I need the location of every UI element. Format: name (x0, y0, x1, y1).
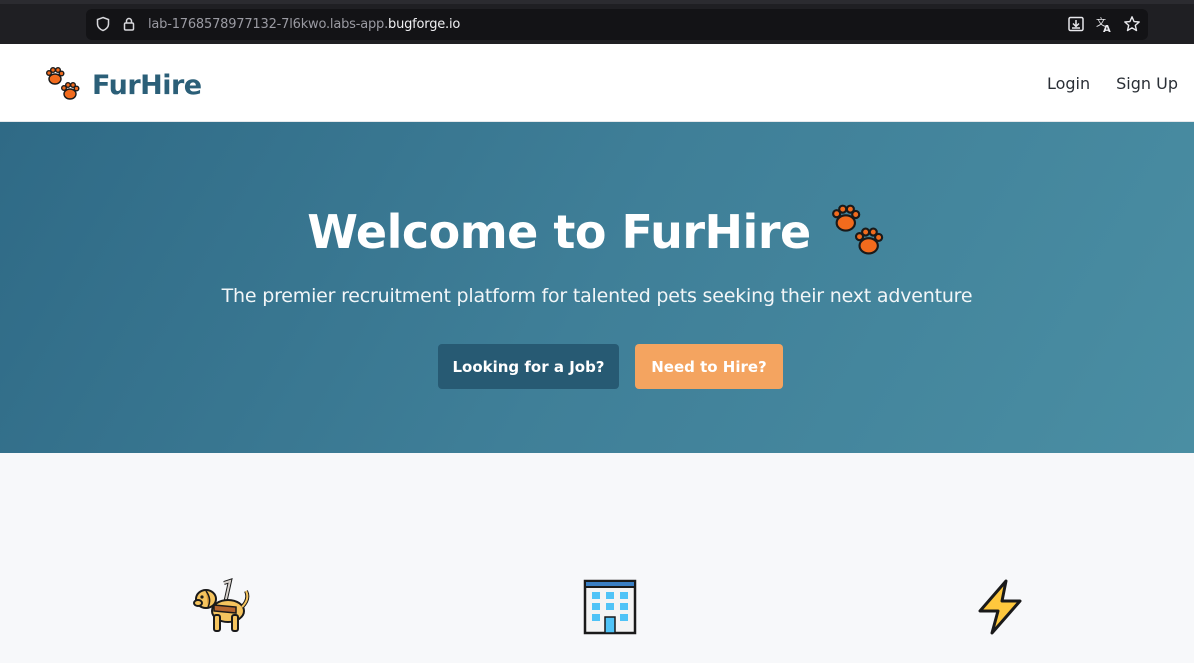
paw-top (46, 67, 65, 85)
brand-logo-link[interactable]: FurHire (44, 64, 202, 107)
need-to-hire-button[interactable]: Need to Hire? (635, 344, 783, 389)
url-prefix: lab-1768578977132-7l6kwo.labs-app. (148, 17, 389, 32)
shield-icon[interactable] (94, 15, 112, 33)
paw-prints-icon (44, 64, 82, 107)
url-host: bugforge.io (388, 17, 461, 32)
lock-icon[interactable] (120, 15, 138, 33)
hero-section: Welcome to FurHire The premier recruitme… (0, 122, 1194, 453)
service-dog-icon (192, 577, 252, 637)
translate-icon[interactable]: 文A (1095, 15, 1113, 33)
hero-subtitle: The premier recruitment platform for tal… (221, 285, 973, 307)
hero-title: Welcome to FurHire (307, 204, 811, 259)
nav-links: Login Sign Up (1047, 74, 1178, 93)
paw-bottom (61, 82, 80, 100)
lightning-icon (970, 577, 1030, 637)
download-icon[interactable] (1067, 15, 1085, 33)
browser-toolbar: lab-1768578977132-7l6kwo.labs-app.bugfor… (0, 0, 1194, 44)
url-text[interactable]: lab-1768578977132-7l6kwo.labs-app.bugfor… (148, 17, 460, 32)
hero-title-row: Welcome to FurHire (0, 200, 1194, 263)
features-section (0, 453, 1194, 663)
looking-for-job-button[interactable]: Looking for a Job? (438, 344, 619, 389)
office-building-icon (580, 577, 640, 637)
login-link[interactable]: Login (1047, 74, 1090, 93)
star-icon[interactable] (1123, 15, 1141, 33)
brand-name: FurHire (92, 70, 202, 101)
svg-text:A: A (1103, 24, 1111, 33)
paw-prints-icon (829, 200, 887, 263)
address-bar[interactable]: lab-1768578977132-7l6kwo.labs-app.bugfor… (86, 9, 1148, 40)
signup-link[interactable]: Sign Up (1116, 74, 1178, 93)
site-header: FurHire Login Sign Up (0, 44, 1194, 122)
